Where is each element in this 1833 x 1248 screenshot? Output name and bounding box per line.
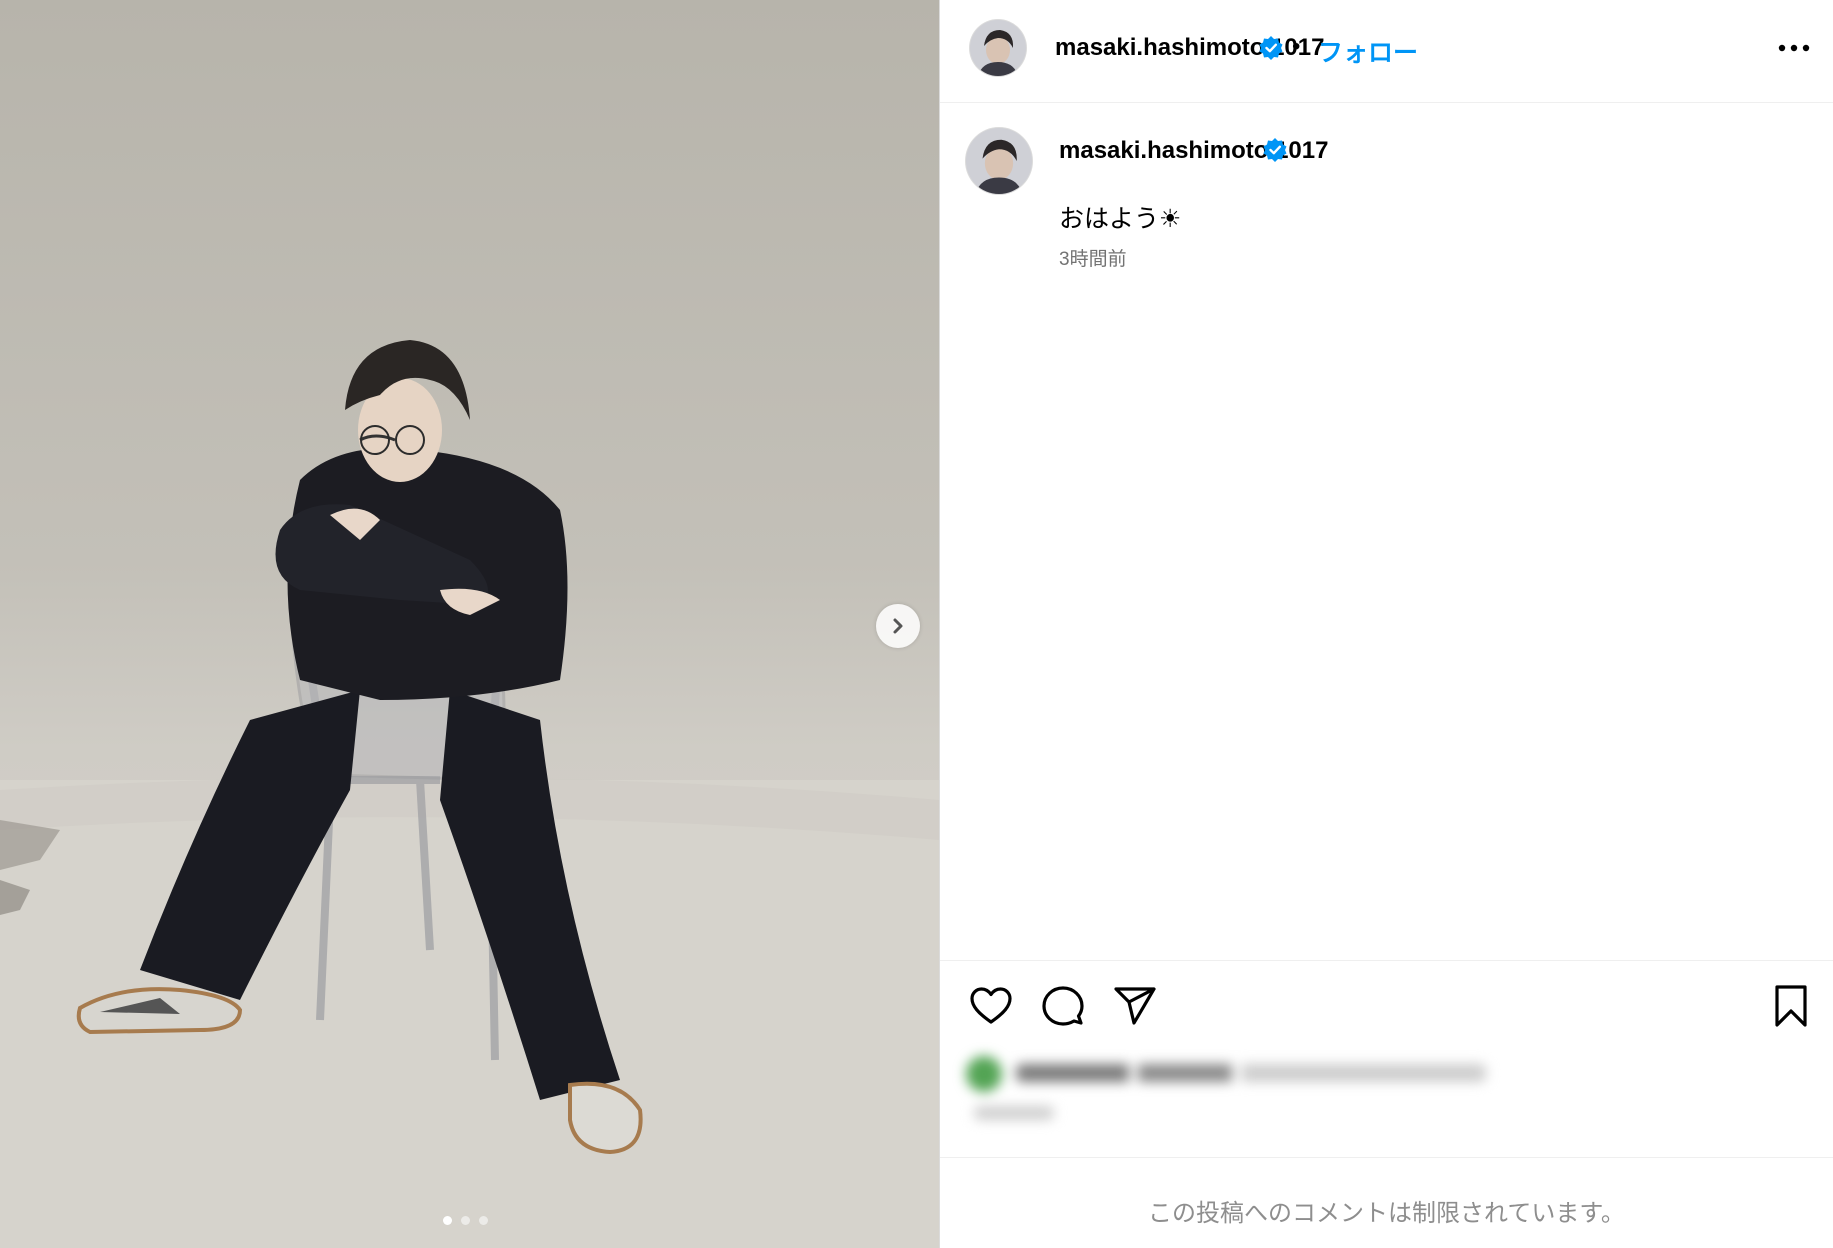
post-header: masaki.hashimoto.1017 • フォロー xyxy=(940,0,1833,103)
blurred-line xyxy=(1016,1064,1486,1082)
comments-disabled-notice: この投稿へのコメントは制限されています。 xyxy=(1148,1200,1625,1227)
blurred-line xyxy=(974,1106,1054,1120)
comments-divider xyxy=(940,1157,1833,1158)
avatar-image xyxy=(970,20,1026,76)
actions-divider xyxy=(940,960,1833,961)
caption-text: おはよう☀ xyxy=(1059,205,1182,233)
avatar-image xyxy=(966,128,1032,194)
verified-badge-icon xyxy=(1263,138,1287,162)
carousel-next-button[interactable] xyxy=(876,604,920,648)
carousel-dot xyxy=(443,1216,452,1225)
blurred-avatar xyxy=(966,1056,1002,1092)
paper-plane-icon[interactable] xyxy=(1112,983,1158,1029)
post-media[interactable] xyxy=(0,0,939,1248)
header-username[interactable]: masaki.hashimoto.1017 xyxy=(1055,34,1324,62)
chevron-right-icon xyxy=(893,618,903,634)
caption-avatar[interactable] xyxy=(966,128,1032,194)
caption-username[interactable]: masaki.hashimoto.1017 xyxy=(1059,137,1328,165)
carousel-dot xyxy=(461,1216,470,1225)
avatar[interactable] xyxy=(970,20,1026,76)
follow-button[interactable]: フォロー xyxy=(1318,33,1418,69)
post-side-panel: masaki.hashimoto.1017 • フォロー masaki.hash… xyxy=(940,0,1833,1248)
post-timestamp[interactable]: 3時間前 xyxy=(1059,244,1127,271)
blurred-likes-summary xyxy=(966,1052,1566,1132)
header-separator: • xyxy=(1292,33,1301,60)
verified-badge-icon xyxy=(1259,36,1283,60)
instagram-post: masaki.hashimoto.1017 • フォロー masaki.hash… xyxy=(0,0,1833,1248)
heart-icon[interactable] xyxy=(968,983,1014,1029)
carousel-indicator xyxy=(443,1216,488,1225)
carousel-dot xyxy=(479,1216,488,1225)
more-options-icon[interactable] xyxy=(1772,36,1816,60)
post-photo xyxy=(0,340,939,1248)
comment-bubble-icon[interactable] xyxy=(1040,983,1086,1029)
bookmark-icon[interactable] xyxy=(1768,983,1814,1029)
